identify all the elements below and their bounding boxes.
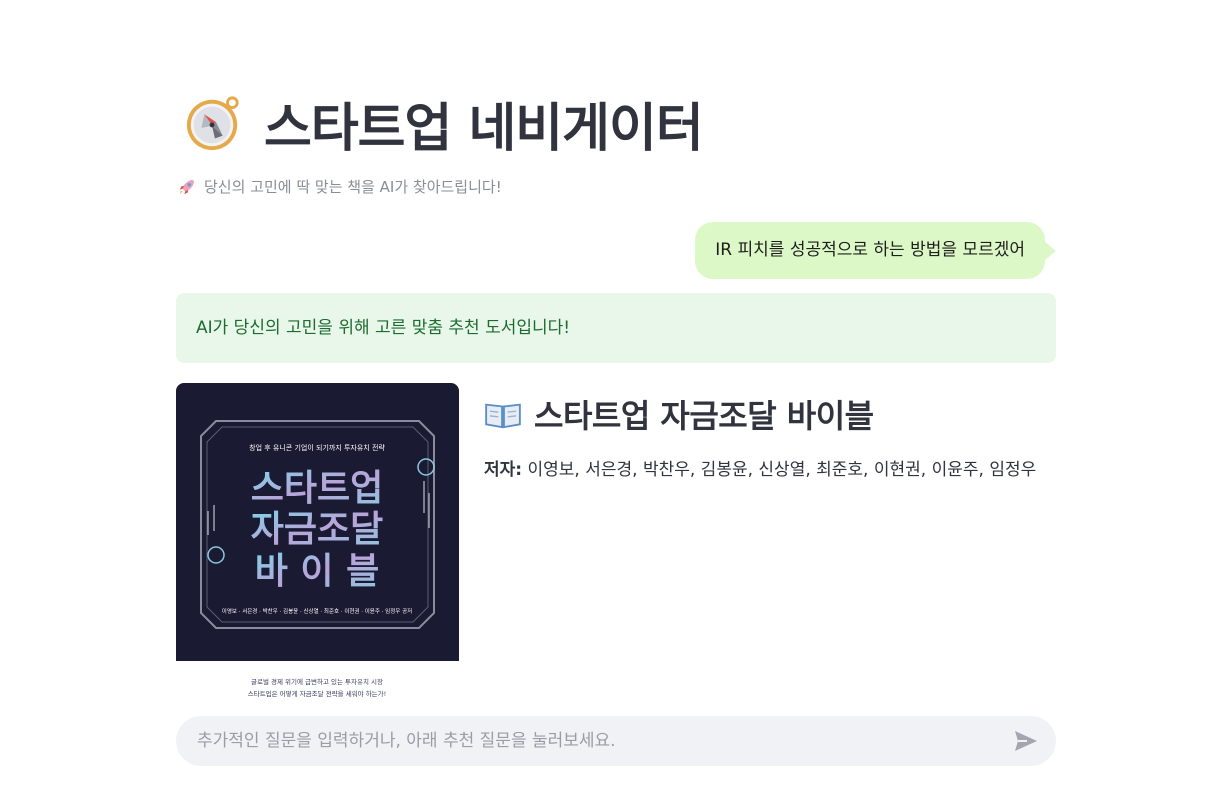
book-title-row: 스타트업 자금조달 바이블: [484, 391, 1056, 437]
open-book-icon: [485, 403, 521, 429]
book-authors: 저자: 이영보, 서은경, 박찬우, 김봉윤, 신상열, 최준호, 이현권, 이…: [484, 455, 1049, 485]
user-message-text: IR 피치를 성공적으로 하는 방법을 모르겠어: [695, 222, 1045, 279]
ai-recommendation-banner: AI가 당신의 고민을 위해 고른 맞춤 추천 도서입니다!: [176, 293, 1056, 363]
chat-input-bar: [176, 715, 1056, 767]
bubble-tail: [1044, 240, 1056, 261]
author-names: 이영보, 서은경, 박찬우, 김봉윤, 신상열, 최준호, 이현권, 이윤주, …: [527, 460, 1037, 480]
cover-title-line-1: 스타트업: [251, 468, 383, 509]
page-subtitle: 당신의 고민에 딱 맞는 책을 AI가 찾아드립니다!: [178, 176, 502, 197]
cover-title-line-2: 자금조달: [251, 509, 383, 550]
chat-input[interactable]: [176, 715, 1006, 767]
cover-title-line-3: 바 이 블: [255, 551, 379, 592]
cover-tagline: 창업 후 유니콘 기업이 되기까지 투자유치 전략: [249, 443, 385, 452]
subtitle-text: 당신의 고민에 딱 맞는 책을 AI가 찾아드립니다!: [204, 178, 502, 196]
cover-footer-line-1: 글로벌 경제 위기에 급변하고 있는 투자유치 시장: [251, 677, 383, 686]
rocket-icon: [179, 179, 195, 194]
page-header: 스타트업 네비게이터: [184, 88, 704, 159]
author-label: 저자:: [484, 460, 523, 480]
cover-authors: 이영보 · 서은경 · 박찬우 · 김봉윤 · 신상열 · 최준호 · 이현권 …: [222, 607, 412, 615]
book-cover-image: 창업 후 유니콘 기업이 되기까지 투자유치 전략 스타트업 자금조달 바 이 …: [176, 383, 459, 703]
user-message: IR 피치를 성공적으로 하는 방법을 모르겠어: [695, 222, 1056, 279]
send-button[interactable]: [1006, 721, 1046, 761]
book-recommendation-card: 창업 후 유니콘 기업이 되기까지 투자유치 전략 스타트업 자금조달 바 이 …: [176, 383, 1056, 703]
app-page: 스타트업 네비게이터 당신의 고민에 딱 맞는 책을 AI가 찾아드립니다! I…: [0, 0, 1225, 785]
send-icon: [1015, 731, 1037, 751]
book-title: 스타트업 자금조달 바이블: [534, 397, 874, 435]
compass-icon: [186, 96, 239, 151]
book-info: 스타트업 자금조달 바이블 저자: 이영보, 서은경, 박찬우, 김봉윤, 신상…: [484, 391, 1056, 485]
page-title: 스타트업 네비게이터: [264, 98, 704, 159]
cover-footer-line-2: 스타트업은 어떻게 자금조달 전략을 세워야 하는가!: [248, 689, 387, 698]
